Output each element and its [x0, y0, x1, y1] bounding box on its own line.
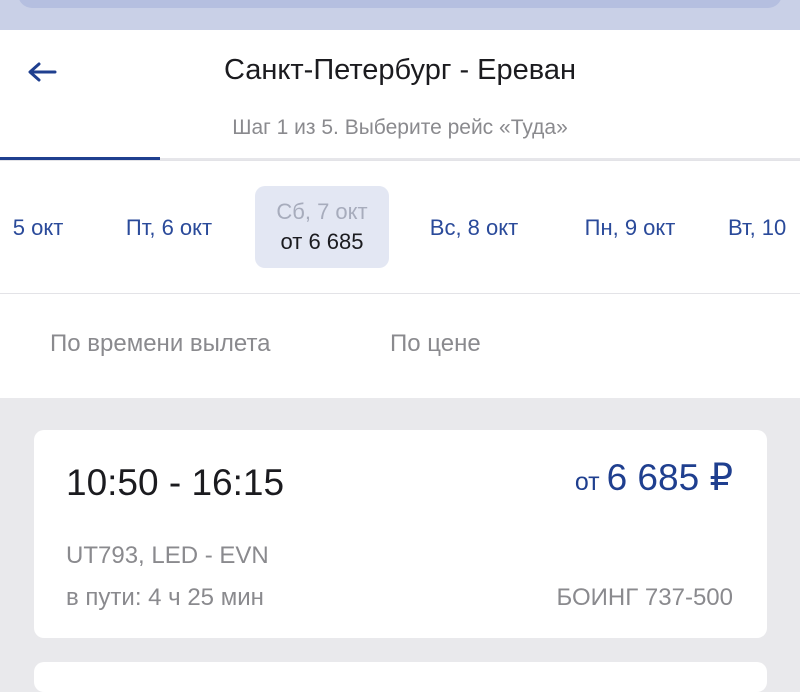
flight-code: UT793, LED - EVN — [66, 542, 269, 569]
price-value: 6 685 ₽ — [606, 457, 733, 498]
date-label: 5 окт — [12, 214, 64, 240]
date-label: Вс, 8 окт — [429, 214, 519, 240]
date-label: Сб, 7 окт — [276, 199, 368, 224]
flight-price: от 6 685 ₽ — [575, 456, 733, 499]
next-flight-card[interactable] — [34, 662, 767, 692]
date-selector: 5 окт Пт, 6 окт Сб, 7 окт от 6 685 Вс, 8… — [0, 160, 800, 294]
date-label: Вт, 10 — [728, 214, 787, 240]
date-item-oct-7[interactable]: Сб, 7 окт от 6 685 — [255, 186, 389, 268]
price-prefix: от — [574, 468, 607, 496]
date-item-oct-10[interactable]: Вт, 10 — [728, 161, 800, 294]
flight-card[interactable]: 10:50 - 16:15 от 6 685 ₽ UT793, LED - EV… — [34, 430, 767, 638]
step-label: Шаг 1 из 5. Выберите рейс «Туда» — [232, 116, 568, 139]
date-item-oct-8[interactable]: Вс, 8 окт — [414, 161, 534, 294]
top-search-bar[interactable] — [18, 0, 782, 8]
sort-by-price[interactable]: По цене — [390, 330, 481, 358]
sort-bar: По времени вылета По цене — [0, 293, 800, 398]
flight-duration: в пути: 4 ч 25 мин — [66, 584, 264, 611]
header: Санкт-Петербург - Ереван Шаг 1 из 5. Выб… — [0, 30, 800, 161]
date-item-oct-5[interactable]: 5 окт — [6, 161, 70, 294]
date-label: Пн, 9 окт — [584, 214, 676, 240]
page-title: Санкт-Петербург - Ереван — [223, 54, 577, 86]
flight-time: 10:50 - 16:15 — [66, 462, 285, 503]
date-label: Пт, 6 окт — [125, 214, 213, 240]
aircraft-type: БОИНГ 737-500 — [556, 584, 733, 611]
sort-by-departure-time[interactable]: По времени вылета — [50, 330, 271, 358]
date-min-price: от 6 685 — [280, 229, 364, 254]
date-item-oct-6[interactable]: Пт, 6 окт — [112, 161, 226, 294]
top-band — [0, 0, 800, 30]
date-item-oct-9[interactable]: Пн, 9 окт — [570, 161, 690, 294]
